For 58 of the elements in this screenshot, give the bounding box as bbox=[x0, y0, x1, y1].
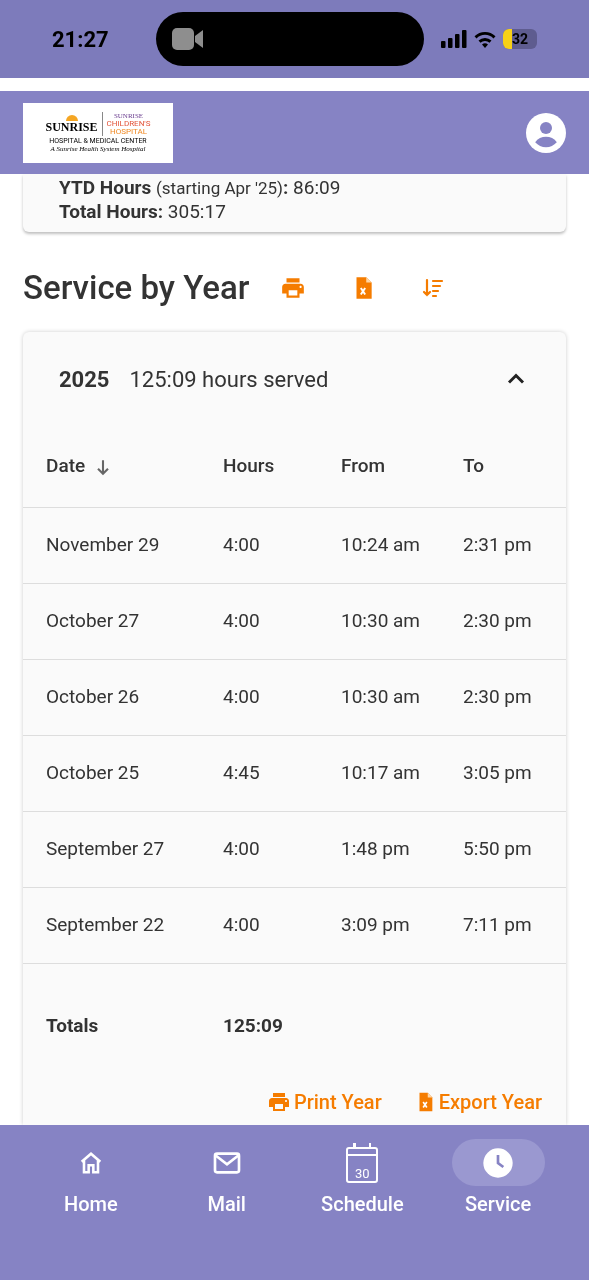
table-cell-text: 10:30 am bbox=[341, 684, 422, 711]
sunrise-icon bbox=[63, 115, 80, 121]
print-icon bbox=[280, 275, 307, 301]
year-label: 2025 bbox=[59, 365, 110, 394]
column-header[interactable]: Date bbox=[46, 452, 86, 481]
table-cell-text: November 29 bbox=[46, 532, 161, 559]
section-title: Service by Year bbox=[23, 267, 250, 310]
year-summary: 125:09 hours served bbox=[129, 365, 330, 394]
signal-icon bbox=[441, 30, 467, 48]
nav-tab[interactable]: Home bbox=[23, 1139, 159, 1214]
account-icon[interactable] bbox=[526, 112, 566, 153]
status-time: 21:27 bbox=[52, 25, 110, 54]
table-cell-text: October 27 bbox=[46, 608, 141, 635]
totals-label: Totals bbox=[46, 1013, 100, 1040]
column-header[interactable]: Hours bbox=[223, 452, 275, 481]
table-cell-text: 4:00 bbox=[223, 532, 261, 559]
export-year-button[interactable]: Export Year bbox=[413, 1087, 542, 1117]
battery-charge bbox=[503, 29, 512, 49]
year-panel-header[interactable]: 2025 125:09 hours served bbox=[23, 332, 566, 426]
table-cell-text: 7:11 pm bbox=[463, 912, 533, 939]
table-cell-text: 4:00 bbox=[223, 836, 261, 863]
table-cell-text: 3:05 pm bbox=[463, 760, 533, 787]
nav-tab[interactable]: 30 Schedule bbox=[294, 1139, 431, 1214]
table-cell-text: 4:45 bbox=[223, 760, 261, 787]
table-cell-text: 4:00 bbox=[223, 608, 261, 635]
ytd-hours: YTD Hours (starting Apr '25): 86:09 bbox=[59, 176, 342, 200]
table-cell-text: October 25 bbox=[46, 760, 141, 787]
table-cell-text: 1:48 pm bbox=[341, 836, 411, 863]
print-year-button[interactable]: Print Year bbox=[266, 1087, 382, 1117]
table-cell-text: September 22 bbox=[46, 912, 166, 939]
logo-children: CHILDREN'S bbox=[106, 119, 151, 128]
table-cell-text: 10:17 am bbox=[341, 760, 422, 787]
table-cell-text: September 27 bbox=[46, 836, 166, 863]
table-cell-text: 4:00 bbox=[223, 684, 261, 711]
table-cell-text: 2:30 pm bbox=[463, 608, 533, 635]
table-cell-text: October 26 bbox=[46, 684, 141, 711]
nav-tab[interactable]: Mail bbox=[158, 1139, 295, 1214]
table-cell-text: 4:00 bbox=[223, 912, 261, 939]
table-cell-text: 2:31 pm bbox=[463, 532, 533, 559]
table-cell-text: 2:30 pm bbox=[463, 684, 533, 711]
logo-name: SUNRISE bbox=[45, 121, 98, 133]
column-header[interactable]: To bbox=[463, 452, 485, 481]
sort-icon bbox=[421, 276, 446, 300]
table-cell-text: 3:09 pm bbox=[341, 912, 411, 939]
print-icon bbox=[266, 1090, 291, 1114]
totals-hours: 125:09 bbox=[223, 1013, 284, 1040]
video-camera-icon bbox=[172, 27, 204, 51]
logo-hospital: HOSPITAL bbox=[109, 127, 148, 136]
calendar-date: 30 bbox=[355, 1166, 370, 1180]
total-hours: Total Hours: 305:17 bbox=[59, 200, 227, 224]
table-cell-text: 5:50 pm bbox=[463, 836, 533, 863]
table-cell-text: 10:24 am bbox=[341, 532, 422, 559]
clock-icon bbox=[482, 1146, 515, 1179]
battery-percent: 32 bbox=[511, 32, 529, 46]
nav-tab[interactable]: Service bbox=[430, 1139, 566, 1214]
wifi-icon bbox=[473, 30, 497, 48]
table-cell-text: 10:30 am bbox=[341, 608, 422, 635]
column-header[interactable]: From bbox=[341, 452, 386, 481]
